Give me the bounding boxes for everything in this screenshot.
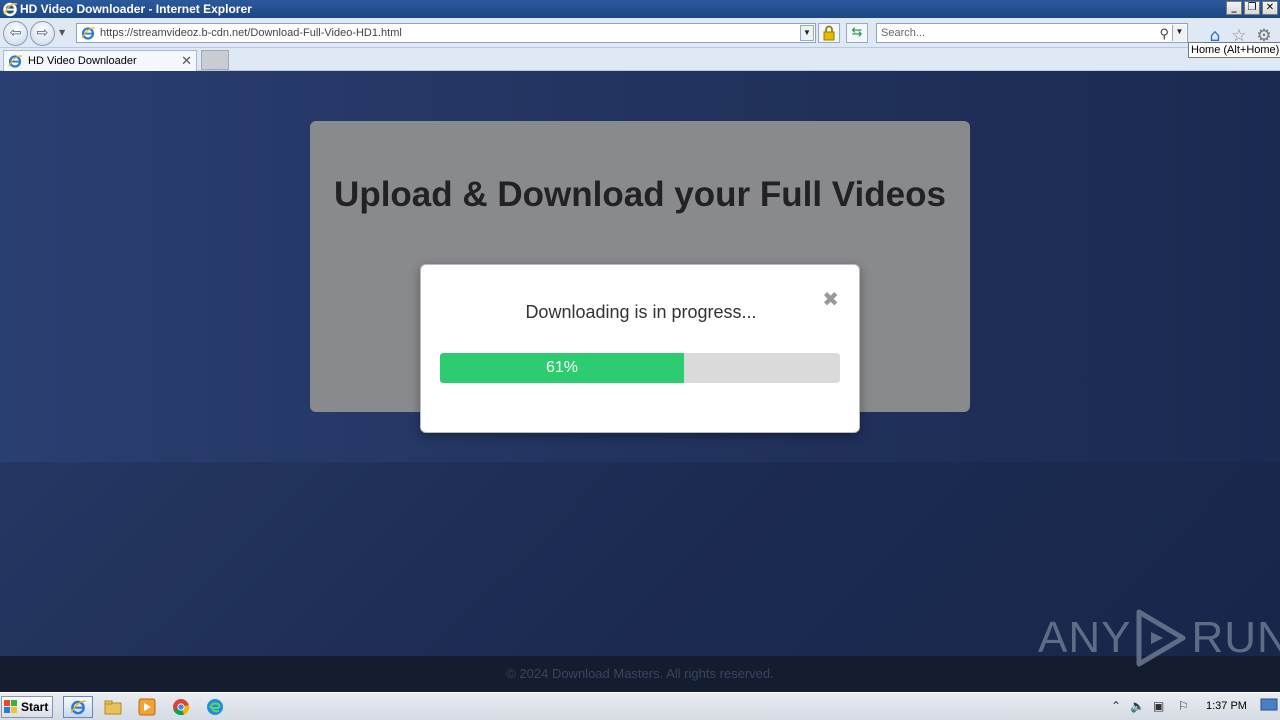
search-icon[interactable]: ⚲ <box>1159 25 1169 43</box>
page-heading: Upload & Download your Full Videos <box>334 175 946 214</box>
tab-hd-video-downloader[interactable]: HD Video Downloader ✕ <box>3 50 197 71</box>
forward-button[interactable]: ⇨ <box>30 21 55 46</box>
refresh-icon: ⇆ <box>851 25 863 40</box>
new-tab-button[interactable] <box>201 50 229 70</box>
taskbar-clock[interactable]: 1:37 PM <box>1206 700 1247 712</box>
taskbar-media-player[interactable] <box>132 696 162 718</box>
restore-button[interactable]: ❐ <box>1244 1 1260 15</box>
chrome-icon <box>173 699 190 716</box>
address-url: https://streamvideoz.b-cdn.net/Download-… <box>100 27 402 39</box>
address-bar[interactable]: https://streamvideoz.b-cdn.net/Download-… <box>76 23 816 43</box>
window-title-bar: HD Video Downloader - Internet Explorer … <box>0 0 1280 18</box>
tab-bar: HD Video Downloader ✕ <box>0 48 1280 71</box>
taskbar-internet-explorer[interactable] <box>63 696 93 718</box>
volume-icon[interactable]: 🔈 <box>1130 699 1145 713</box>
lock-icon <box>823 25 835 41</box>
window-title: HD Video Downloader - Internet Explorer <box>20 2 252 16</box>
progress-label: 61% <box>545 359 579 376</box>
back-arrow-icon: ⇦ <box>9 25 22 41</box>
internet-explorer-icon <box>70 700 86 715</box>
action-center-flag-icon[interactable]: ⚐ <box>1178 699 1189 713</box>
taskbar-chrome[interactable] <box>166 696 196 718</box>
taskbar-file-explorer[interactable] <box>98 696 128 718</box>
tab-page-icon <box>8 55 23 68</box>
tab-label: HD Video Downloader <box>28 55 137 67</box>
address-dropdown-icon[interactable]: ▼ <box>800 25 814 41</box>
tab-close-icon[interactable]: ✕ <box>181 53 192 69</box>
show-desktop-icon[interactable] <box>1260 697 1280 717</box>
search-box[interactable]: Search... ⚲ ▼ <box>876 23 1188 43</box>
download-progress-modal: ✖ Downloading is in progress... 61% <box>420 264 860 433</box>
taskbar-edge[interactable] <box>200 696 230 718</box>
taskbar: Start ⌃ 🔈 ▣ ⚐ 1:37 PM <box>0 692 1280 720</box>
forward-arrow-icon: ⇨ <box>36 25 49 41</box>
download-progress-bar: 61% <box>440 353 840 383</box>
history-dropdown-icon[interactable]: ▼ <box>59 28 65 37</box>
tray-expand-icon[interactable]: ⌃ <box>1111 699 1121 713</box>
folder-icon <box>104 700 122 715</box>
security-lock-button[interactable] <box>818 23 840 43</box>
start-label: Start <box>21 700 49 714</box>
page-icon <box>81 27 96 40</box>
edge-icon <box>207 699 223 715</box>
navigation-bar: ⇦ ⇨ ▼ https://streamvideoz.b-cdn.net/Dow… <box>0 18 1280 48</box>
close-window-button[interactable]: ✕ <box>1262 1 1278 15</box>
search-placeholder: Search... <box>881 27 926 39</box>
watermark-run: RUN <box>1191 613 1280 662</box>
search-dropdown-icon[interactable]: ▼ <box>1172 25 1186 41</box>
media-player-icon <box>138 698 156 716</box>
start-button[interactable]: Start <box>1 696 53 718</box>
modal-message: Downloading is in progress... <box>525 302 757 322</box>
watermark-any: ANY <box>1038 613 1132 662</box>
windows-flag-icon <box>4 700 17 713</box>
play-logo-icon <box>1136 609 1186 667</box>
internet-explorer-icon <box>3 2 18 17</box>
anyrun-watermark: ANY RUN <box>1038 608 1280 668</box>
refresh-button[interactable]: ⇆ <box>846 23 868 43</box>
home-tooltip: Home (Alt+Home) <box>1188 42 1280 58</box>
network-icon[interactable]: ▣ <box>1153 699 1164 713</box>
minimize-button[interactable]: _ <box>1226 1 1242 15</box>
back-button[interactable]: ⇦ <box>3 21 28 46</box>
